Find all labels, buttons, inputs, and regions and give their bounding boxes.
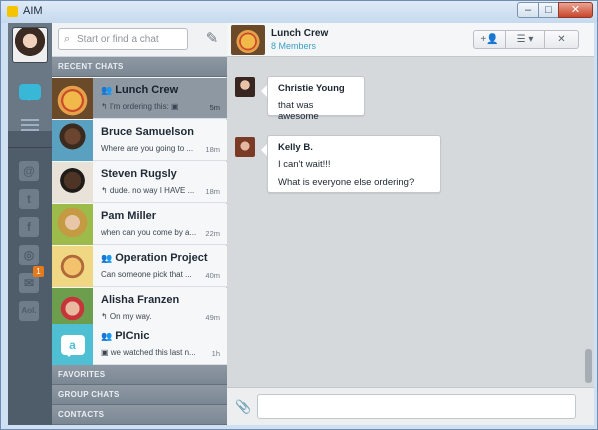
chat-preview: ↰ I'm ordering this: ▣ [101,102,179,111]
nav-rail: @ t f ◎ ✉ 1 Aol. [8,23,52,425]
minimize-button[interactable]: – [517,2,539,18]
section-contacts[interactable]: CONTACTS [52,405,227,425]
members-link[interactable]: 8 Members [271,41,316,51]
section-recent-chats[interactable]: RECENT CHATS [52,57,227,77]
compose-icon[interactable]: ✎ [203,30,221,48]
chat-time: 49m [205,313,220,322]
chat-name-text: Operation Project [115,252,208,264]
search-bar: ⌕ ✎ [52,23,227,57]
aol-icon[interactable]: Aol. [19,301,39,321]
list-lines-shape [21,119,39,133]
message-text: that was awesome [278,100,319,122]
chat-thumbnail [52,204,93,245]
chat-name: 👥 Operation Project [101,252,208,264]
message-sender: Christie Young [278,83,345,94]
chat-preview: ▣ we watched this last n... [101,348,196,357]
chat-name: Pam Miller [101,210,157,222]
message-text: What is everyone else ordering? [278,177,415,188]
close-chat-button[interactable]: ✕ [544,30,579,49]
chat-time: 5m [209,103,220,112]
group-icon: 👥 [101,85,113,95]
window-title: AIM [23,5,43,17]
chat-name: 👥 Lunch Crew [101,84,178,96]
scroll-thumb[interactable] [585,349,592,383]
chat-item-steven-rugsly[interactable]: Steven Rugsly ↰ dude. no way I HAVE ... … [52,162,227,203]
chat-item-pam-miller[interactable]: Pam Miller when can you come by a... 22m [52,204,227,245]
app-client: @ t f ◎ ✉ 1 Aol. ⌕ ✎ RECENT CHATS 👥Lunch… [8,23,594,425]
at-icon[interactable]: @ [19,161,39,181]
chat-thumbnail [52,78,93,119]
conversation-avatar [231,25,265,55]
notification-badge: 1 [33,266,44,277]
chat-item-operation-project[interactable]: 👥 Operation Project Can someone pick that… [52,246,227,287]
aim-window: AIM – □ ✕ @ t f ◎ ✉ 1 Aol. ⌕ Start or fi… [0,0,598,430]
section-favorites[interactable]: FAVORITES [52,365,227,385]
add-member-button[interactable]: +👤 [473,30,506,49]
chat-preview: ↰ dude. no way I HAVE ... [101,186,195,195]
list-icon[interactable] [18,115,42,137]
message-bubble: Kelly B. I can't wait!!! What is everyon… [261,135,441,193]
title-bar: AIM – □ ✕ [1,1,597,23]
aim-bubble-icon: a [60,334,85,357]
chat-name: Steven Rugsly [101,168,177,180]
chat-item-lunch-crew[interactable]: 👥 Lunch Crew ↰ I'm ordering this: ▣ 5m [52,78,227,119]
sender-avatar [235,137,255,157]
chat-icon[interactable] [18,81,42,103]
message-bubble: Christie Young that was awesome [261,76,365,122]
message-input[interactable] [257,394,576,419]
chat-item-bruce-samuelson[interactable]: Bruce Samuelson Where are you going to .… [52,120,227,161]
chat-time: 22m [205,229,220,238]
self-avatar[interactable] [12,27,48,63]
chat-item-alisha-franzen[interactable]: Alisha Franzen ↰ On my way. 49m [52,288,227,329]
chat-thumbnail: a [52,324,93,365]
attach-icon[interactable]: 📎 [235,399,251,415]
chat-thumbnail [52,246,93,287]
search-input[interactable] [77,32,185,46]
group-icon: 👥 [101,253,113,263]
conversation-header: Lunch Crew 8 Members +👤 ☰ ▾ ✕ [227,23,594,57]
chat-preview: when can you come by a... [101,228,197,237]
message-text: I can't wait!!! [278,159,331,170]
chat-thumbnail [52,120,93,161]
chat-item-picnic[interactable]: a 👥 PICnic ▣ we watched this last n... 1h [52,324,227,365]
maximize-button[interactable]: □ [538,2,559,18]
close-window-button[interactable]: ✕ [558,2,593,18]
chat-time: 40m [205,271,220,280]
chat-preview: Can someone pick that ... [101,270,192,279]
chat-thumbnail [52,288,93,329]
chat-name: 👥 PICnic [101,330,149,342]
facebook-icon[interactable]: f [19,217,39,237]
chat-time: 18m [205,145,220,154]
conversation-scrollbar[interactable] [583,57,594,387]
search-icon: ⌕ [64,33,71,45]
conversation-pane: Lunch Crew 8 Members +👤 ☰ ▾ ✕ Christie Y… [227,23,594,425]
chat-name-text: Lunch Crew [115,84,179,96]
chat-thumbnail [52,162,93,203]
message-composer: 📎 [227,387,594,425]
twitter-icon[interactable]: t [19,189,39,209]
options-menu-button[interactable]: ☰ ▾ [505,30,545,49]
chat-name: Bruce Samuelson [101,126,194,138]
chat-bubble-shape [19,84,41,101]
chat-name-text: PICnic [115,330,150,342]
instagram-icon[interactable]: ◎ [19,245,39,265]
message-sender: Kelly B. [278,142,313,153]
conversation-title: Lunch Crew [271,28,329,39]
sender-avatar [235,77,255,97]
chat-time: 1h [211,349,220,358]
group-icon: 👥 [101,331,113,341]
chat-preview: Where are you going to ... [101,144,194,153]
chat-list-pane: ⌕ ✎ RECENT CHATS 👥Lunch Crew ↰ I'm order… [52,23,227,425]
chat-name: Alisha Franzen [101,294,180,306]
chat-time: 18m [205,187,220,196]
section-group-chats[interactable]: GROUP CHATS [52,385,227,405]
search-box[interactable]: ⌕ [58,28,188,50]
rail-divider [8,147,52,148]
aim-app-icon [7,6,18,17]
chat-preview: ↰ On my way. [101,312,152,321]
